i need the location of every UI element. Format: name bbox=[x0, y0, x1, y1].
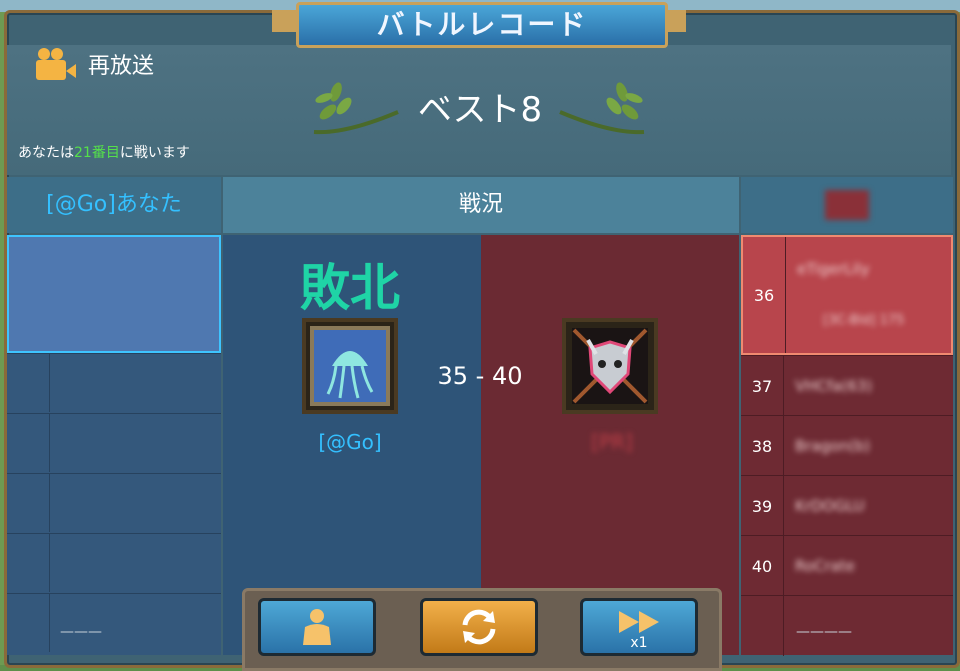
match-result: 敗北 bbox=[300, 259, 400, 317]
replay-button[interactable]: 再放送 bbox=[36, 48, 154, 80]
refresh-icon bbox=[462, 609, 496, 645]
replay-label: 再放送 bbox=[88, 54, 155, 79]
panel-title: バトルレコード bbox=[296, 2, 668, 48]
turn-info-prefix: あなたは bbox=[18, 145, 74, 161]
enemy-guild-tag: [PR] bbox=[591, 430, 633, 454]
demon-mask-emblem-icon[interactable] bbox=[562, 318, 658, 414]
list-item[interactable] bbox=[7, 593, 221, 652]
player-icon bbox=[303, 609, 331, 645]
list-item[interactable] bbox=[7, 353, 221, 412]
jellyfish-emblem-icon[interactable] bbox=[302, 318, 398, 414]
column-header-opponent bbox=[741, 177, 953, 233]
camera-icon bbox=[36, 48, 76, 80]
row-number: 40 bbox=[741, 536, 784, 596]
opponent-list: 36 eTigerLily [3C-Bld] 175 37 VHCfa(63) … bbox=[741, 235, 953, 656]
opponent-footer: ———— bbox=[796, 624, 852, 640]
player-name: eTigerLily bbox=[797, 260, 870, 278]
speed-button[interactable]: x1 bbox=[580, 598, 698, 656]
turn-info-suffix: に戦います bbox=[119, 145, 190, 161]
list-item-selected[interactable]: 36 eTigerLily [3C-Bld] 175 bbox=[741, 235, 953, 355]
row-number: 36 bbox=[743, 237, 786, 353]
player-name: KrDOGLU bbox=[795, 497, 865, 515]
column-header-you: [@Go]あなた bbox=[7, 177, 221, 233]
fast-forward-icon bbox=[619, 610, 659, 633]
list-item[interactable]: 39 KrDOGLU bbox=[741, 475, 953, 536]
match-score: 35 - 40 bbox=[437, 362, 523, 390]
list-item[interactable]: 37 VHCfa(63) bbox=[741, 355, 953, 416]
turn-info: あなたは21番目に戦います bbox=[18, 142, 190, 162]
row-number: 38 bbox=[741, 416, 784, 476]
ally-list bbox=[7, 235, 221, 655]
player-name: VHCfa(63) bbox=[795, 377, 873, 395]
speed-label: x1 bbox=[630, 635, 648, 651]
opponent-flag-icon bbox=[825, 190, 869, 220]
player-name: RoCrate bbox=[795, 557, 855, 575]
list-item[interactable] bbox=[7, 533, 221, 592]
player-info-button[interactable] bbox=[258, 598, 376, 656]
list-item[interactable] bbox=[7, 473, 221, 532]
turn-order: 21番目 bbox=[74, 145, 120, 161]
player-subtext: [3C-Bld] 175 bbox=[823, 313, 905, 328]
list-item[interactable]: 38 Bragon(b) bbox=[741, 415, 953, 476]
list-item[interactable] bbox=[7, 413, 221, 472]
row-number: 37 bbox=[741, 356, 784, 416]
list-item-selected[interactable] bbox=[7, 235, 221, 353]
player-name: Bragon(b) bbox=[795, 437, 871, 455]
ally-guild-tag: [@Go] bbox=[318, 430, 382, 454]
ally-footer: ——— bbox=[60, 624, 102, 640]
row-number: 39 bbox=[741, 476, 784, 536]
refresh-button[interactable] bbox=[420, 598, 538, 656]
list-item[interactable]: 40 RoCrate bbox=[741, 535, 953, 596]
column-header-status: 戦況 bbox=[223, 177, 739, 233]
round-title: ベスト8 bbox=[417, 90, 543, 130]
